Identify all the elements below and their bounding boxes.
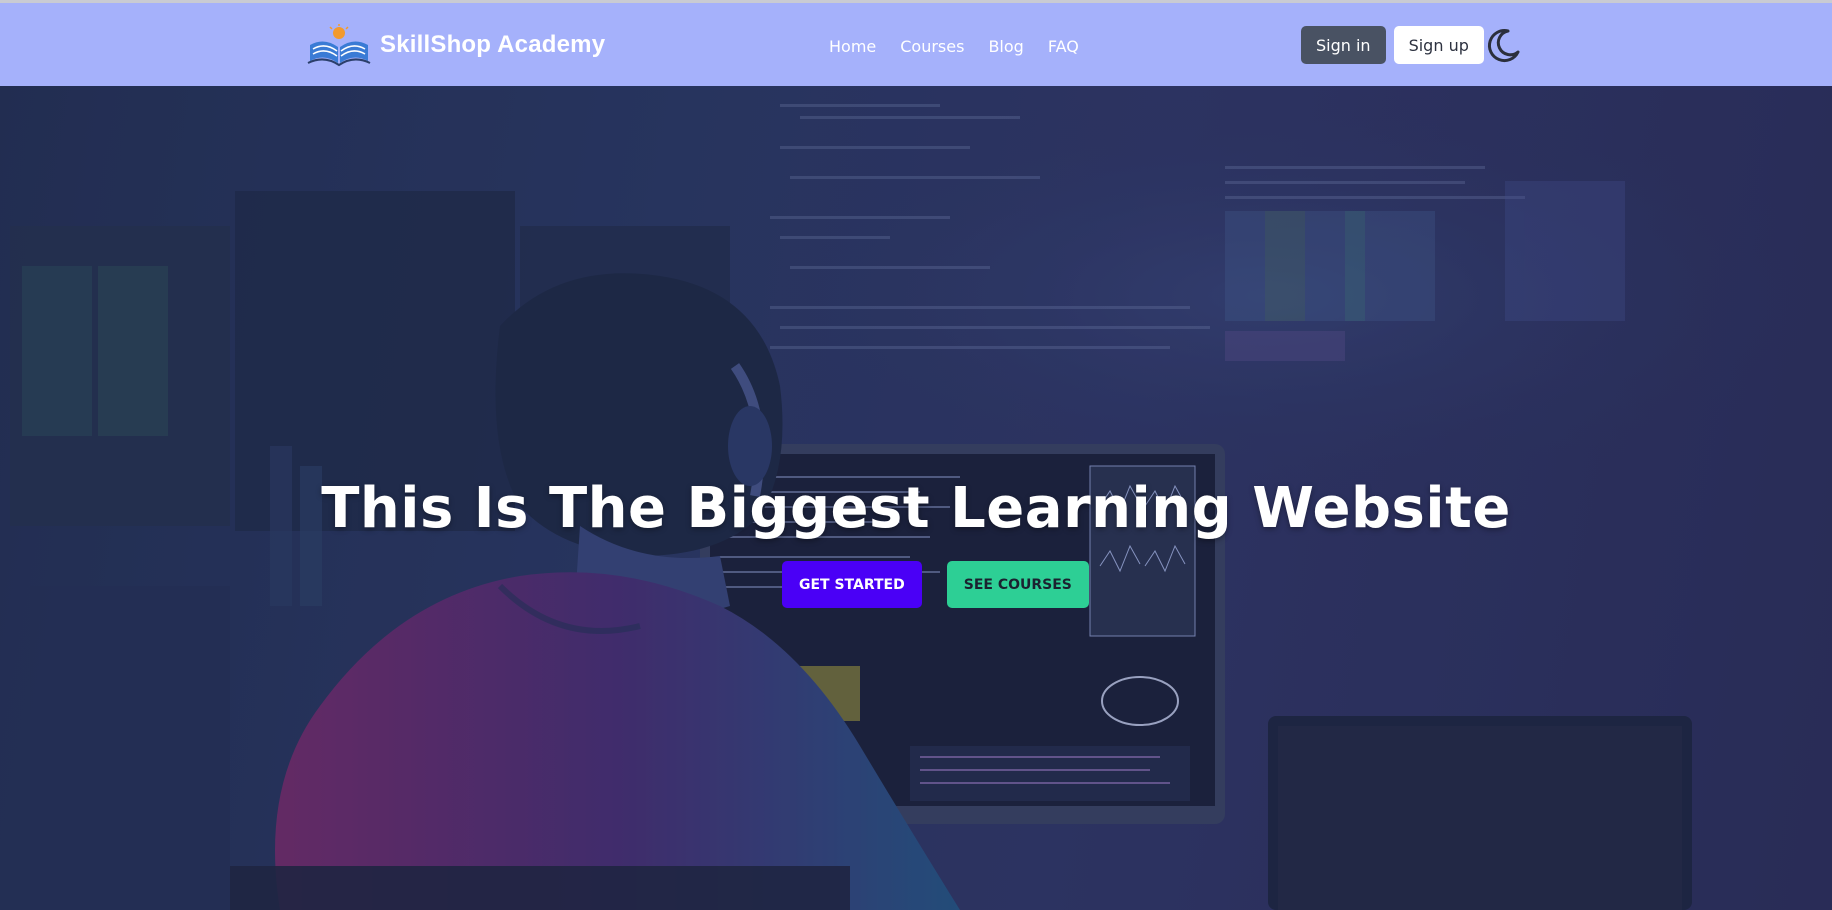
main-nav: Home Courses Blog FAQ (829, 37, 1079, 56)
get-started-button[interactable]: GET STARTED (782, 561, 922, 608)
nav-link-blog[interactable]: Blog (988, 37, 1023, 56)
open-book-logo-icon (307, 24, 371, 67)
auth-buttons: Sign in Sign up (1301, 26, 1484, 64)
brand-name: SkillShop Academy (380, 31, 606, 58)
navbar: SkillShop Academy Home Courses Blog FAQ … (0, 3, 1832, 86)
sign-up-button[interactable]: Sign up (1393, 26, 1484, 64)
sign-in-button[interactable]: Sign in (1301, 26, 1386, 64)
hero-title: This Is The Biggest Learning Website (321, 476, 1511, 541)
nav-link-courses[interactable]: Courses (900, 37, 964, 56)
hero-section: This Is The Biggest Learning Website GET… (0, 86, 1832, 910)
see-courses-button[interactable]: SEE COURSES (946, 561, 1089, 608)
nav-link-home[interactable]: Home (829, 37, 876, 56)
hero-actions: GET STARTED SEE COURSES (782, 561, 1089, 608)
moon-icon[interactable] (1484, 26, 1522, 64)
brand[interactable]: SkillShop Academy (306, 21, 605, 69)
nav-link-faq[interactable]: FAQ (1048, 37, 1079, 56)
